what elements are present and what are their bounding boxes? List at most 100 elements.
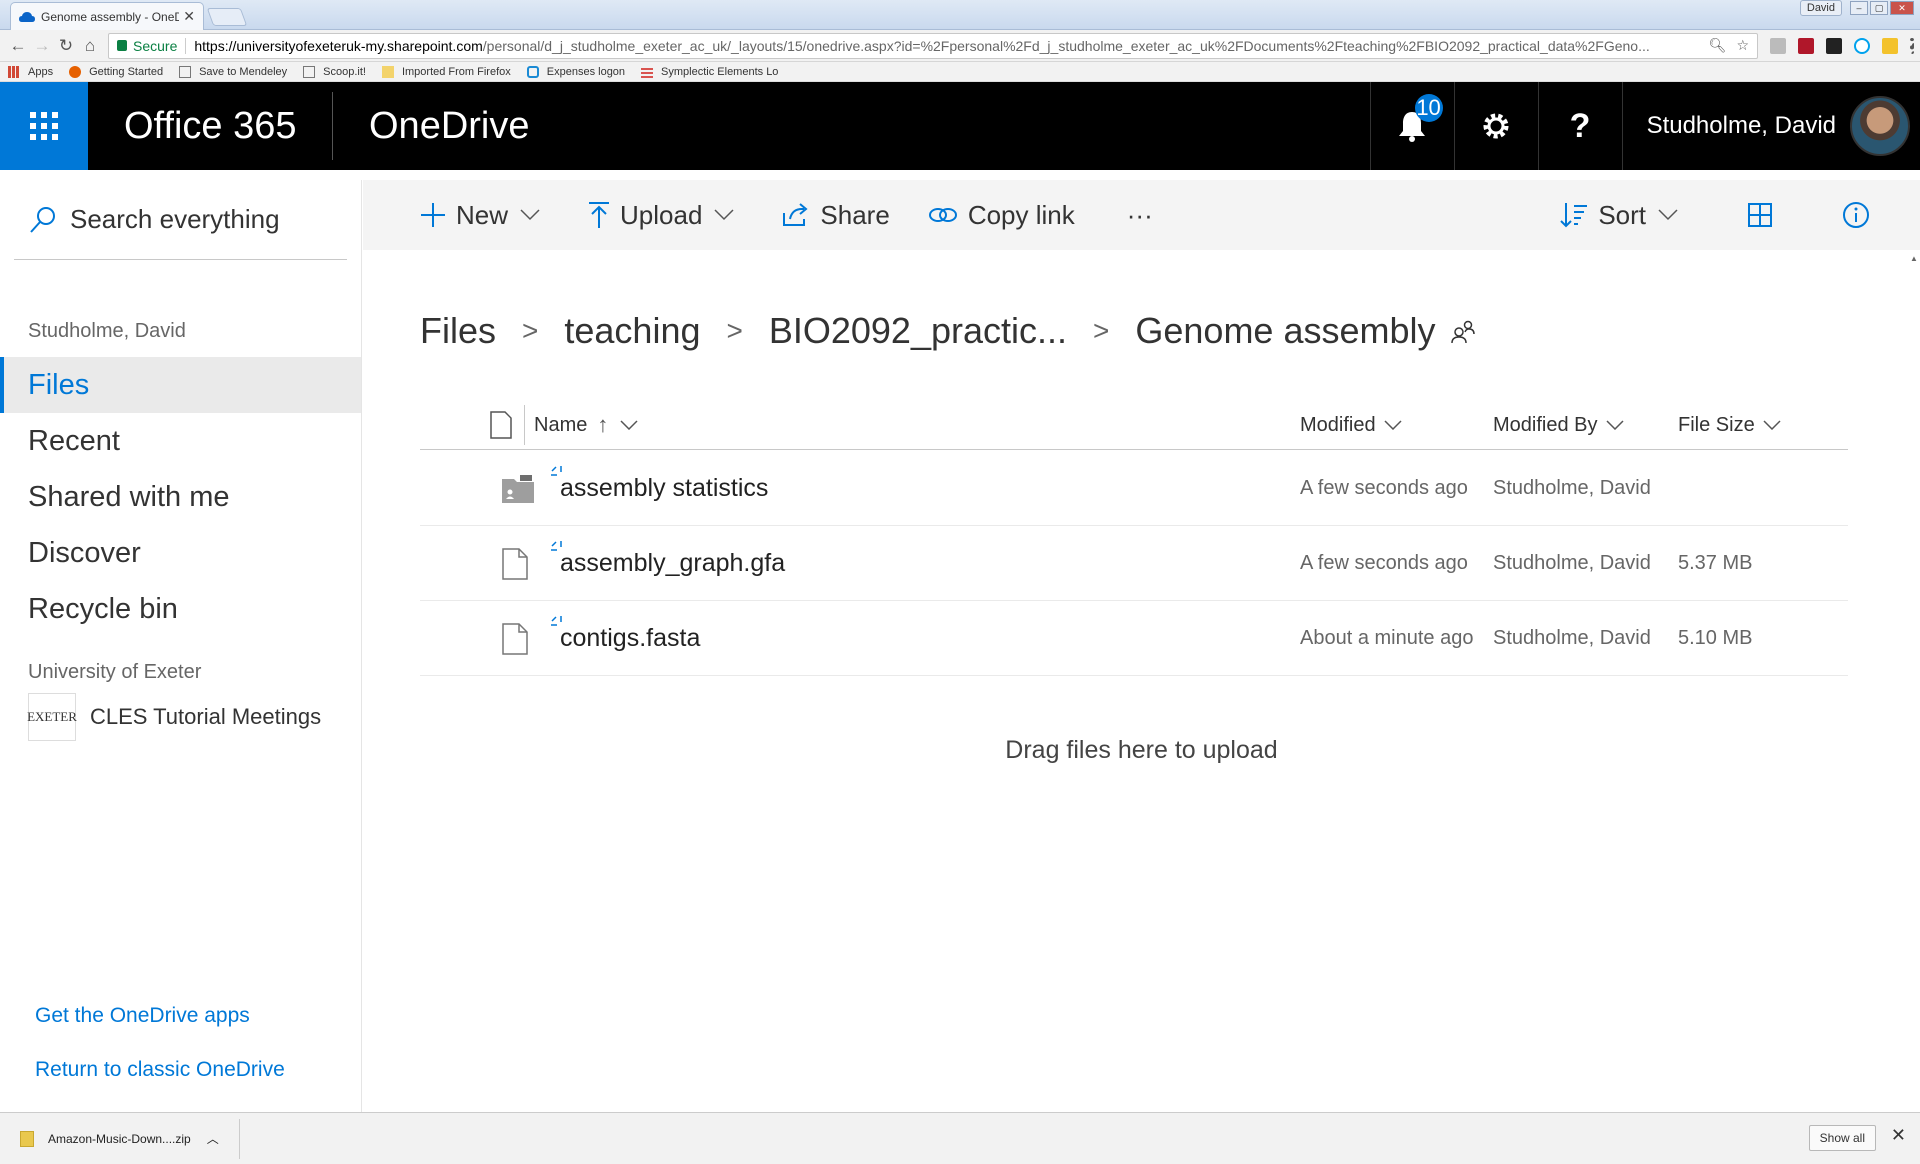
notifications-button[interactable]: 10: [1369, 82, 1454, 170]
shared-people-icon[interactable]: [1450, 318, 1476, 344]
home-icon[interactable]: ⌂: [78, 36, 102, 56]
download-item[interactable]: Amazon-Music-Down....zip ︿: [0, 1118, 240, 1159]
new-tab-button[interactable]: [206, 8, 248, 26]
file-modified-by[interactable]: Studholme, David: [1493, 601, 1651, 676]
menu-icon[interactable]: [1910, 37, 1914, 54]
window-user-badge[interactable]: David: [1799, 0, 1842, 16]
table-row[interactable]: assembly_graph.gfa A few seconds ago Stu…: [420, 526, 1848, 601]
bookmark-expenses-logon[interactable]: Expenses logon: [526, 65, 625, 78]
file-name[interactable]: contigs.fasta: [560, 601, 700, 676]
bookmark-star-icon[interactable]: ☆: [1736, 37, 1749, 54]
nav-item-shared-with-me[interactable]: Shared with me: [0, 469, 361, 525]
mendeley-extension-icon[interactable]: [1798, 37, 1814, 54]
bookmark-label: Getting Started: [89, 65, 164, 78]
file-modified-by[interactable]: Studholme, David: [1493, 526, 1651, 601]
app-launcher-button[interactable]: [0, 82, 88, 170]
nav-item-files[interactable]: Files: [0, 357, 361, 413]
app-title[interactable]: OneDrive: [333, 82, 530, 170]
suite-actions: 10 ? Studholme, David: [1369, 82, 1920, 170]
address-bar[interactable]: Secure https://universityofexeteruk-my.s…: [108, 32, 1758, 59]
column-file-size[interactable]: File Size: [1678, 400, 1781, 450]
info-pane-button[interactable]: [1842, 201, 1880, 229]
close-tab-icon[interactable]: ✕: [183, 8, 195, 25]
column-modified-by[interactable]: Modified By: [1493, 400, 1624, 450]
skype-extension-icon[interactable]: [1854, 37, 1870, 54]
reload-icon[interactable]: ↻: [54, 36, 78, 56]
nav-item-recent[interactable]: Recent: [0, 413, 361, 469]
bookmark-getting-started[interactable]: Getting Started: [69, 65, 164, 78]
get-apps-link[interactable]: Get the OneDrive apps: [35, 1004, 285, 1028]
chevron-down-icon: [620, 420, 638, 430]
chevron-up-icon[interactable]: ︿: [207, 1130, 219, 1147]
chevron-right-icon: >: [1093, 315, 1110, 346]
forward-icon[interactable]: →: [30, 36, 54, 56]
help-icon: ?: [1569, 106, 1591, 145]
maximize-icon[interactable]: ▢: [1870, 1, 1888, 15]
url-text[interactable]: https://universityofexeteruk-my.sharepoi…: [194, 38, 1700, 54]
back-icon[interactable]: ←: [6, 36, 30, 56]
file-name[interactable]: assembly statistics: [560, 451, 768, 526]
search-box[interactable]: Search everything: [14, 194, 347, 260]
help-button[interactable]: ?: [1537, 82, 1622, 170]
show-all-downloads-button[interactable]: Show all: [1808, 1125, 1876, 1151]
extension-icon[interactable]: [1770, 37, 1786, 54]
minimize-icon[interactable]: –: [1850, 1, 1868, 15]
extension-icon[interactable]: [1882, 37, 1898, 54]
vertical-scrollbar[interactable]: ▲: [1908, 250, 1920, 1112]
sort-label: Sort: [1598, 199, 1646, 230]
account-button[interactable]: Studholme, David: [1621, 82, 1920, 170]
breadcrumb-files[interactable]: Files: [420, 310, 496, 352]
share-button[interactable]: Share: [782, 200, 890, 231]
table-row[interactable]: contigs.fasta About a minute ago Studhol…: [420, 601, 1848, 676]
bookmark-scoop-it[interactable]: Scoop.it!: [303, 65, 366, 78]
file-list-header: Name ↑ Modified Modified By File Size: [420, 400, 1848, 450]
chevron-right-icon: >: [522, 315, 539, 346]
upload-button[interactable]: Upload: [588, 200, 744, 231]
close-download-bar-icon[interactable]: ✕: [1891, 1125, 1906, 1146]
column-file-size-label: File Size: [1678, 413, 1755, 436]
secure-indicator[interactable]: Secure: [117, 38, 177, 54]
nav-item-recycle-bin[interactable]: Recycle bin: [0, 581, 361, 637]
suite-bar: Office 365 OneDrive 10 ? Studholme, Davi…: [0, 82, 1920, 170]
column-name[interactable]: Name ↑: [534, 400, 638, 450]
page-icon: [303, 65, 316, 78]
bookmarks-bar: Apps Getting Started Save to Mendeley Sc…: [0, 62, 1920, 82]
file-type-column[interactable]: [490, 400, 512, 450]
file-size: 5.10 MB: [1678, 627, 1753, 649]
url-domain: https://universityofexeteruk-my.sharepoi…: [194, 37, 483, 54]
file-name[interactable]: assembly_graph.gfa: [560, 526, 785, 601]
file-modified: About a minute ago: [1300, 627, 1474, 649]
browser-tab[interactable]: Genome assembly - OneDr ✕: [10, 2, 204, 30]
breadcrumb-teaching[interactable]: teaching: [564, 310, 700, 352]
left-navigation: Search everything Studholme, David Files…: [0, 180, 362, 1112]
column-modified[interactable]: Modified: [1300, 400, 1402, 450]
copy-link-button[interactable]: Copy link: [928, 200, 1075, 231]
table-row[interactable]: assembly statistics A few seconds ago St…: [420, 451, 1848, 526]
bookmark-imported-from-firefox[interactable]: Imported From Firefox: [381, 65, 511, 78]
bookmark-apps[interactable]: Apps: [8, 65, 53, 78]
office-365-brand[interactable]: Office 365: [88, 82, 332, 170]
return-classic-link[interactable]: Return to classic OneDrive: [35, 1058, 285, 1082]
scroll-up-icon[interactable]: ▲: [1910, 254, 1918, 263]
bookmark-label: Scoop.it!: [323, 65, 366, 78]
view-tiles-button[interactable]: [1748, 203, 1782, 227]
bookmark-save-to-mendeley[interactable]: Save to Mendeley: [179, 65, 288, 78]
breadcrumb-bio2092[interactable]: BIO2092_practic...: [769, 310, 1067, 352]
close-window-icon[interactable]: ✕: [1890, 1, 1914, 15]
info-icon: [1843, 202, 1869, 228]
file-modified-by[interactable]: Studholme, David: [1493, 451, 1651, 526]
org-heading: University of Exeter: [28, 661, 202, 683]
more-button[interactable]: ···: [1127, 200, 1153, 231]
zoom-icon[interactable]: 🔍︎: [1709, 37, 1727, 54]
site-link-cles-tutorial[interactable]: EXETER CLES Tutorial Meetings: [0, 692, 361, 742]
settings-button[interactable]: [1453, 82, 1538, 170]
bookmark-symplectic[interactable]: Symplectic Elements Lo: [641, 65, 778, 78]
bookmark-label: Save to Mendeley: [199, 65, 288, 78]
kami-extension-icon[interactable]: [1826, 37, 1842, 54]
nav-item-discover[interactable]: Discover: [0, 525, 361, 581]
sort-ascending-icon: ↑: [597, 412, 609, 437]
symplectic-icon: [641, 65, 654, 78]
sort-button[interactable]: Sort: [1560, 200, 1688, 231]
new-button[interactable]: New: [420, 200, 550, 231]
column-name-label: Name: [534, 413, 588, 436]
